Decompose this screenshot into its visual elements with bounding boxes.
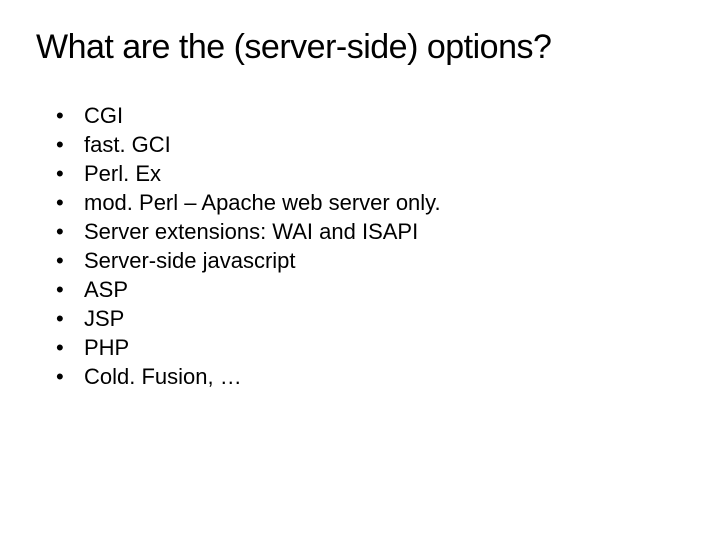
list-item: JSP: [56, 304, 684, 333]
list-item: Perl. Ex: [56, 159, 684, 188]
list-item: CGI: [56, 101, 684, 130]
bullet-list: CGI fast. GCI Perl. Ex mod. Perl – Apach…: [36, 101, 684, 391]
list-item: Cold. Fusion, …: [56, 362, 684, 391]
list-item: Server-side javascript: [56, 246, 684, 275]
slide-title: What are the (server-side) options?: [36, 28, 684, 67]
list-item: mod. Perl – Apache web server only.: [56, 188, 684, 217]
list-item: PHP: [56, 333, 684, 362]
slide: What are the (server-side) options? CGI …: [0, 0, 720, 540]
list-item: Server extensions: WAI and ISAPI: [56, 217, 684, 246]
list-item: ASP: [56, 275, 684, 304]
list-item: fast. GCI: [56, 130, 684, 159]
